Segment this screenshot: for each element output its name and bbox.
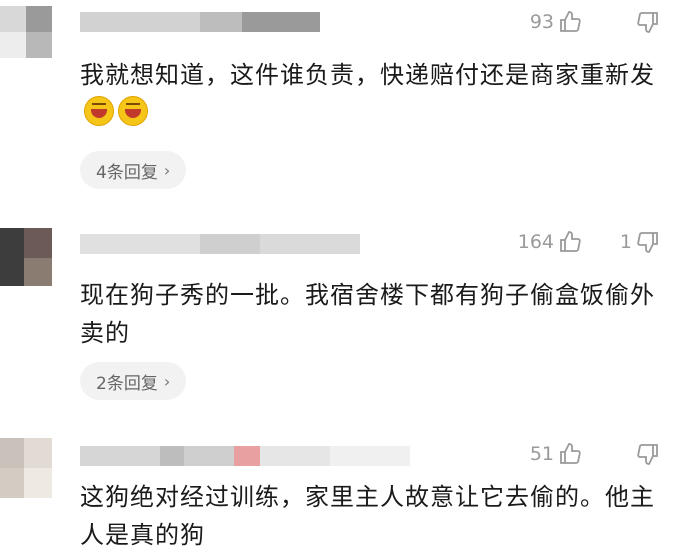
comment-body: 现在狗子秀的一批。我宿舍楼下都有狗子偷盒饭偷外卖的 (80, 281, 655, 347)
like-count: 164 (517, 231, 554, 253)
thumbs-down-icon (637, 444, 658, 465)
comment-text: 我就想知道，这件谁负责，快递赔付还是商家重新发 (80, 56, 670, 132)
view-replies-button[interactable]: 2条回复 › (80, 362, 187, 400)
dislike-count: 1 (619, 231, 632, 253)
dislike-button[interactable] (632, 442, 660, 466)
comment-body: 这狗绝对经过训练，家里主人故意让它去偷的。他主人是真的狗 (80, 483, 655, 549)
replies-label: 4条回复 (96, 162, 158, 183)
username-blurred[interactable] (80, 234, 360, 254)
dislike-button[interactable]: 1 (620, 230, 660, 254)
username-blurred[interactable] (80, 12, 320, 32)
comment-1: 93 我就想知道，这件谁负责，快递赔付还是商家重新发 4条回复 › (0, 0, 700, 200)
thumbs-up-icon (560, 231, 581, 252)
thumbs-up-icon (560, 443, 581, 464)
like-count: 51 (529, 443, 554, 465)
grinning-squint-emoji-icon (84, 96, 114, 126)
thumbs-down-icon (637, 12, 658, 33)
comment-body: 我就想知道，这件谁负责，快递赔付还是商家重新发 (80, 61, 655, 89)
username-blurred[interactable] (80, 446, 410, 466)
like-count: 93 (529, 11, 554, 33)
chevron-right-icon: › (163, 371, 171, 391)
comment-3: 51 这狗绝对经过训练，家里主人故意让它去偷的。他主人是真的狗 (0, 430, 700, 553)
like-button[interactable]: 164 (518, 230, 582, 254)
comment-text: 现在狗子秀的一批。我宿舍楼下都有狗子偷盒饭偷外卖的 (80, 276, 670, 352)
avatar[interactable] (0, 6, 52, 58)
chevron-right-icon: › (163, 160, 171, 180)
avatar[interactable] (0, 438, 52, 498)
replies-label: 2条回复 (96, 373, 158, 394)
grinning-squint-emoji-icon (118, 96, 148, 126)
dislike-button[interactable] (632, 10, 660, 34)
like-button[interactable]: 93 (530, 10, 582, 34)
view-replies-button[interactable]: 4条回复 › (80, 151, 187, 189)
comment-2: 164 1 现在狗子秀的一批。我宿舍楼下都有狗子偷盒饭偷外卖的 2条回复 › (0, 220, 700, 410)
comment-text: 这狗绝对经过训练，家里主人故意让它去偷的。他主人是真的狗 (80, 478, 670, 554)
like-button[interactable]: 51 (530, 442, 582, 466)
thumbs-up-icon (560, 11, 581, 32)
avatar[interactable] (0, 228, 52, 286)
thumbs-down-icon (637, 232, 658, 253)
